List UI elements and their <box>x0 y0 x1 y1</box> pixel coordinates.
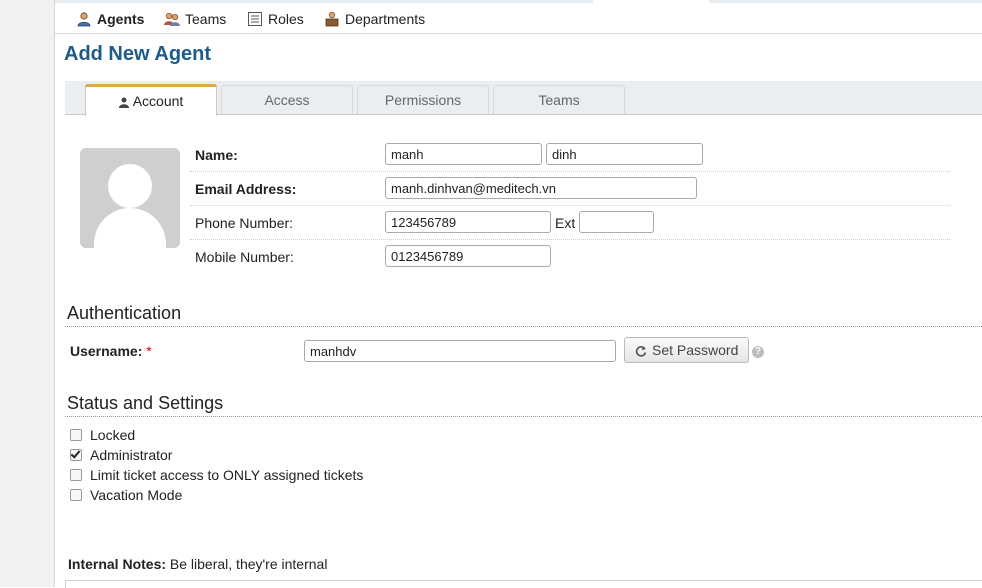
ext-input[interactable] <box>579 211 654 233</box>
administrator-option: Administrator <box>70 446 172 464</box>
teams-icon <box>164 11 180 27</box>
phone-label: Phone Number: <box>195 215 294 231</box>
username-label: Username: <box>70 343 143 359</box>
departments-icon <box>324 11 340 27</box>
row-divider <box>190 171 950 172</box>
tab-permissions[interactable]: Permissions <box>357 85 489 114</box>
page-title: Add New Agent <box>64 43 212 65</box>
name-label: Name: <box>195 147 238 163</box>
sub-navigation: Agents Teams Roles Departments <box>55 3 982 34</box>
phone-input[interactable] <box>385 211 551 233</box>
email-input[interactable] <box>385 177 697 199</box>
email-label: Email Address: <box>195 181 297 197</box>
tab-teams[interactable]: Teams <box>493 85 625 114</box>
subnav-label: Roles <box>268 11 304 27</box>
subnav-item-departments[interactable]: Departments <box>324 9 425 29</box>
last-name-input[interactable] <box>546 143 703 165</box>
section-divider <box>65 326 982 327</box>
ext-label: Ext <box>555 215 576 231</box>
subnav-item-agents[interactable]: Agents <box>76 9 144 29</box>
tab-label: Permissions <box>384 92 462 108</box>
limit-access-option: Limit ticket access to ONLY assigned tic… <box>70 466 363 484</box>
tab-access[interactable]: Access <box>221 85 353 114</box>
set-password-button[interactable]: Set Password <box>624 337 750 363</box>
username-input[interactable] <box>304 340 616 362</box>
vacation-mode-checkbox[interactable] <box>70 489 82 501</box>
user-icon <box>118 95 129 108</box>
option-label: Locked <box>90 427 136 443</box>
internal-notes-header: Internal Notes: Be liberal, they're inte… <box>68 556 327 572</box>
row-divider <box>190 239 950 240</box>
locked-checkbox[interactable] <box>70 429 82 441</box>
required-indicator: * <box>146 343 152 359</box>
subnav-item-roles[interactable]: Roles <box>247 9 304 29</box>
locked-option: Locked <box>70 426 135 444</box>
option-label: Limit ticket access to ONLY assigned tic… <box>90 467 364 483</box>
help-icon[interactable]: ? <box>752 346 764 358</box>
tab-label: Account <box>132 92 184 109</box>
vacation-mode-option: Vacation Mode <box>70 486 182 504</box>
mobile-label: Mobile Number: <box>195 249 294 265</box>
mobile-input[interactable] <box>385 245 551 267</box>
subnav-label: Agents <box>97 11 145 27</box>
internal-notes-label: Internal Notes: <box>68 556 167 572</box>
first-name-input[interactable] <box>385 143 542 165</box>
section-divider <box>65 416 982 417</box>
row-divider <box>190 205 950 206</box>
status-settings-heading: Status and Settings <box>67 393 224 413</box>
agent-icon <box>76 11 92 27</box>
tab-label: Access <box>264 92 310 108</box>
tab-label: Teams <box>538 92 580 108</box>
option-label: Administrator <box>90 447 173 463</box>
username-label-group: Username: * <box>70 343 152 359</box>
limit-access-checkbox[interactable] <box>70 469 82 481</box>
authentication-heading: Authentication <box>67 303 182 323</box>
subnav-label: Departments <box>345 11 426 27</box>
administrator-checkbox[interactable] <box>70 449 82 461</box>
refresh-icon <box>635 344 647 357</box>
subnav-label: Teams <box>185 11 227 27</box>
avatar-placeholder <box>80 148 180 248</box>
tab-bar: Account Access Permissions Teams <box>65 81 982 116</box>
roles-icon <box>247 11 263 27</box>
set-password-label: Set Password <box>652 342 739 358</box>
option-label: Vacation Mode <box>90 487 183 503</box>
internal-notes-hint: Be liberal, they're internal <box>169 556 328 572</box>
subnav-item-teams[interactable]: Teams <box>164 9 226 29</box>
tab-account[interactable]: Account <box>85 84 217 116</box>
left-rail <box>0 0 55 587</box>
